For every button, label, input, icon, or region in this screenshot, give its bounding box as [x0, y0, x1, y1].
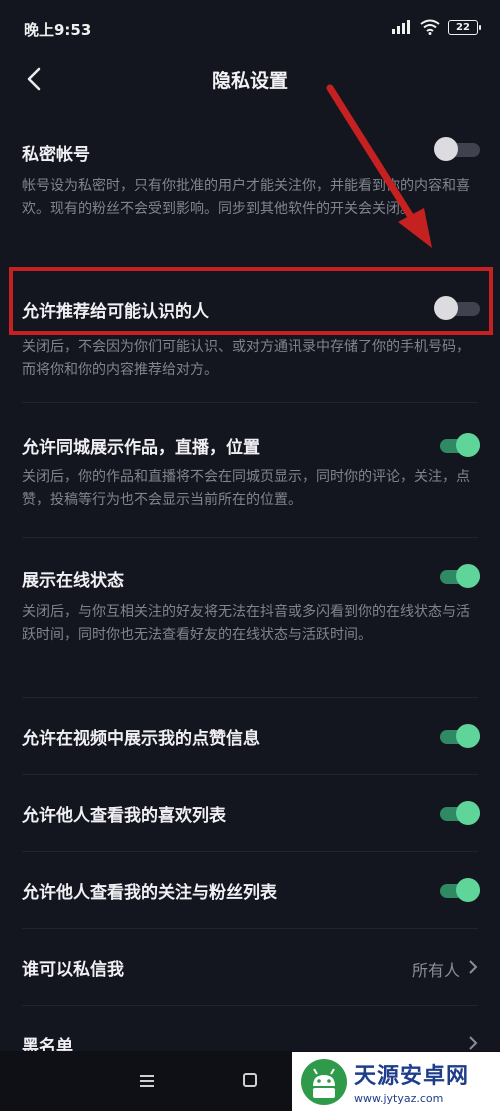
signal-icon: [392, 20, 410, 34]
status-time: 晚上9:53: [24, 21, 92, 39]
battery-icon: 22: [448, 19, 481, 35]
setting-description: 帐号设为私密时，只有你批准的用户才能关注你，并能看到你的内容和喜欢。现有的粉丝不…: [22, 178, 470, 217]
setting-description: 关闭后，不会因为你们可能认识、或对方通讯录中存储了你的手机号码，而将你和你的内容…: [22, 339, 470, 378]
highlight-box: [9, 267, 493, 335]
chevron-right-icon: [469, 1036, 478, 1050]
status-bar: 晚上9:53 22: [0, 0, 500, 58]
chevron-right-icon: [469, 960, 478, 974]
status-icons: 22: [392, 19, 481, 35]
divider: [22, 928, 478, 929]
likes-list-toggle[interactable]: [434, 801, 480, 825]
setting-blacklist[interactable]: 黑名单: [0, 1024, 500, 1057]
setting-label: 允许在视频中展示我的点赞信息: [22, 729, 260, 749]
divider: [22, 851, 478, 852]
setting-label: 允许他人查看我的喜欢列表: [22, 806, 226, 826]
watermark-name: 天源安卓网: [354, 1064, 470, 1089]
menu-icon[interactable]: [140, 1075, 154, 1087]
divider: [22, 697, 478, 698]
follow-fans-toggle[interactable]: [434, 878, 480, 902]
setting-description: 关闭后，你的作品和直播将不会在同城页显示，同时你的评论，关注，点赞，投稿等行为也…: [22, 469, 470, 508]
android-logo-icon: [301, 1058, 347, 1105]
home-icon[interactable]: [243, 1073, 257, 1087]
same-city-toggle[interactable]: [434, 433, 480, 457]
setting-label: 私密帐号: [22, 145, 90, 165]
divider: [22, 537, 478, 538]
setting-who-can-message[interactable]: 谁可以私信我 所有人: [0, 947, 500, 991]
nav-bar: 隐私设置: [0, 58, 500, 100]
setting-label: 谁可以私信我: [22, 960, 124, 980]
battery-level: 22: [456, 21, 470, 33]
watermark: 天源安卓网 www.jytyaz.com: [292, 1052, 500, 1111]
page-title: 隐私设置: [211, 70, 288, 92]
watermark-text: 天源安卓网 www.jytyaz.com: [354, 1058, 469, 1105]
divider: [22, 402, 478, 403]
setting-value: 所有人: [411, 961, 460, 980]
setting-description: 关闭后，与你互相关注的好友将无法在抖音或多闪看到你的在线状态与活跃时间，同时你也…: [22, 604, 470, 643]
watermark-url: www.jytyaz.com: [354, 1092, 444, 1105]
setting-label: 允许他人查看我的关注与粉丝列表: [22, 883, 277, 903]
private-account-toggle[interactable]: [434, 137, 480, 161]
divider: [22, 1005, 478, 1006]
divider: [22, 774, 478, 775]
setting-label: 展示在线状态: [22, 571, 124, 591]
wifi-icon: [420, 19, 440, 35]
setting-label: 允许同城展示作品，直播，位置: [22, 438, 260, 458]
show-likes-toggle[interactable]: [434, 724, 480, 748]
online-status-toggle[interactable]: [434, 564, 480, 588]
